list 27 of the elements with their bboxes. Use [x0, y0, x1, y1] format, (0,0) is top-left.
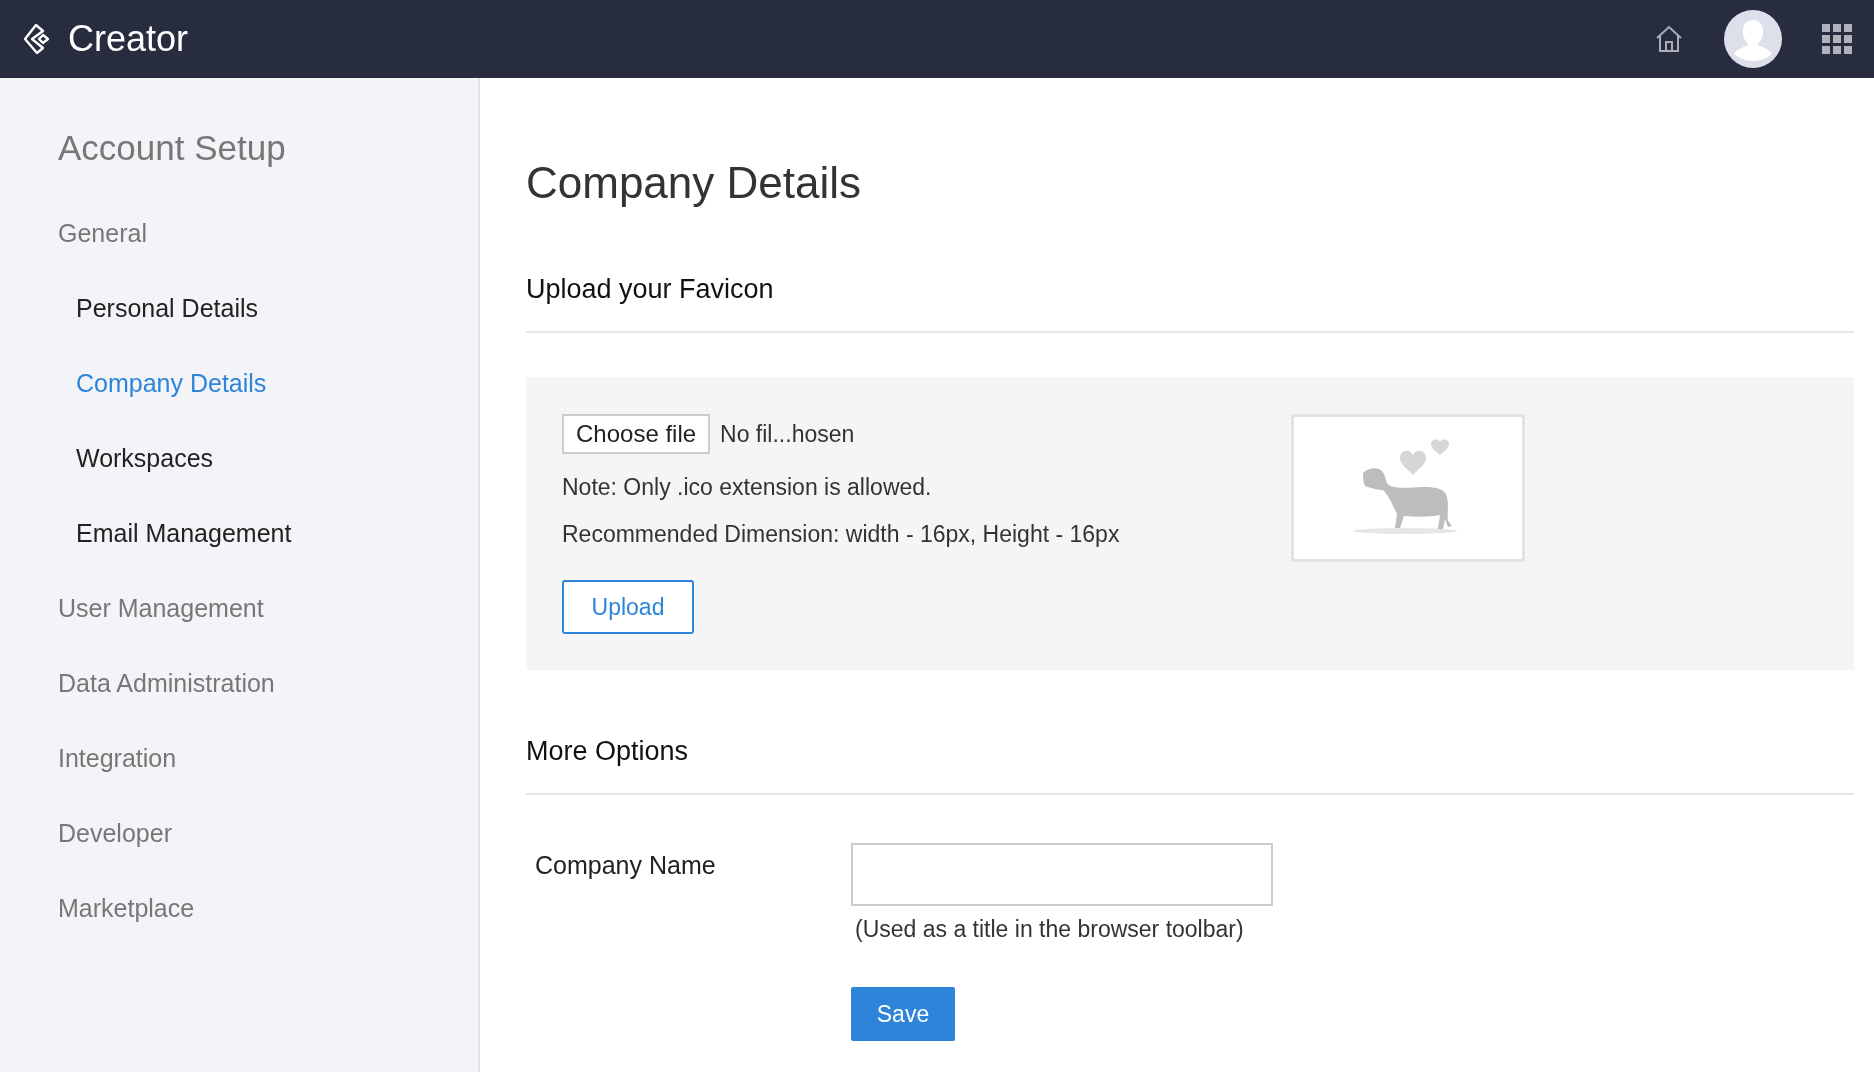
page-title: Company Details: [526, 158, 863, 208]
dimension-text: Recommended Dimension: width - 16px, Height - 16px: [562, 521, 1120, 548]
company-name-field[interactable]: [851, 843, 1273, 906]
app-name: Creator: [68, 18, 189, 60]
sidebar-item[interactable]: Developer: [58, 796, 172, 871]
home-icon[interactable]: [1654, 24, 1684, 54]
choose-file-button[interactable]: Choose file: [562, 414, 711, 454]
upload-button[interactable]: Upload: [562, 580, 694, 634]
sidebar-item[interactable]: Integration: [58, 721, 177, 796]
apps-grid-icon[interactable]: [1822, 24, 1852, 54]
section-heading: Upload your Favicon: [526, 274, 775, 305]
section-heading: More Options: [526, 736, 690, 767]
sidebar-title: Account Setup: [58, 128, 287, 168]
company-name-label: Company Name: [534, 850, 717, 881]
sidebar-item[interactable]: Company Details: [76, 346, 267, 421]
sidebar-item[interactable]: Workspaces: [76, 421, 214, 496]
sidebar-item[interactable]: Personal Details: [76, 271, 259, 346]
sidebar-item[interactable]: Marketplace: [58, 871, 195, 946]
sidebar-item[interactable]: User Management: [58, 571, 264, 646]
field-hint: (Used as a title in the browser toolbar): [854, 916, 1245, 943]
note-text: Note: Only .ico extension is allowed.: [562, 474, 933, 501]
sidebar-item[interactable]: Email Management: [76, 496, 292, 571]
sidebar-item[interactable]: Data Administration: [58, 646, 275, 721]
save-button[interactable]: Save: [851, 987, 955, 1041]
avatar-icon[interactable]: [1724, 10, 1782, 68]
file-status: No fil...hosen: [720, 420, 855, 448]
sidebar-item[interactable]: General: [58, 196, 147, 271]
